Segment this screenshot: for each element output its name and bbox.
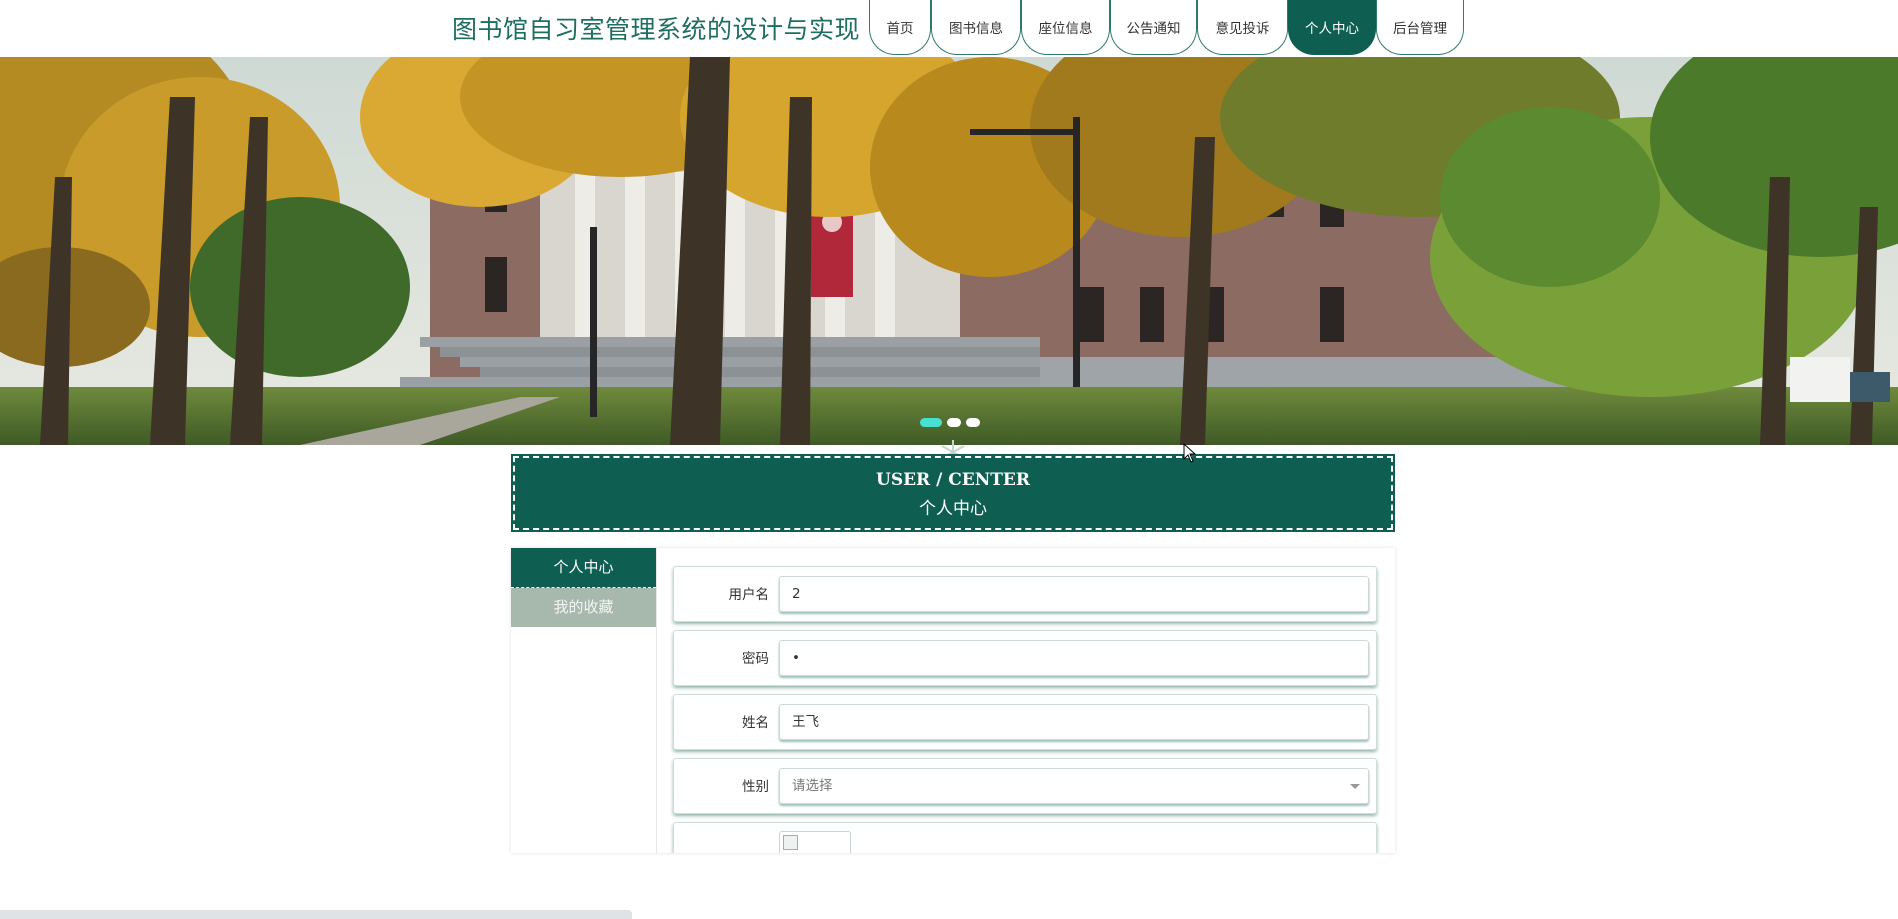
nav-announcements[interactable]: 公告通知	[1110, 0, 1197, 55]
chevron-down-icon	[1350, 784, 1360, 789]
nav-admin[interactable]: 后台管理	[1376, 0, 1464, 55]
campus-photo	[0, 57, 1898, 445]
sidebar-item-favorites[interactable]: 我的收藏	[511, 588, 656, 627]
browser-status-bar	[0, 910, 632, 919]
password-field[interactable]: •	[779, 640, 1369, 676]
password-label: 密码	[742, 651, 769, 667]
gender-select-value: 请选择	[792, 778, 833, 794]
nav-book-info[interactable]: 图书信息	[931, 0, 1021, 55]
form-row-name: 姓名 王飞	[673, 694, 1377, 750]
username-label: 用户名	[728, 587, 770, 603]
carousel-dot-1[interactable]	[920, 418, 942, 427]
username-field[interactable]: 2	[779, 576, 1369, 612]
form-row-password: 密码 •	[673, 630, 1377, 686]
nav-seat-info[interactable]: 座位信息	[1021, 0, 1110, 55]
name-label: 姓名	[742, 715, 769, 731]
gender-label: 性别	[742, 779, 769, 795]
nav-home[interactable]: 首页	[869, 0, 931, 55]
user-center-panel: 个人中心 我的收藏 用户名 2 密码 • 姓名 王飞 性别 请选择	[511, 548, 1395, 853]
site-title: 图书馆自习室管理系统的设计与实现	[452, 15, 861, 44]
section-title-banner: USER / CENTER 个人中心	[511, 454, 1395, 532]
sidebar-menu: 个人中心 我的收藏	[511, 548, 657, 853]
top-header: 图书馆自习室管理系统的设计与实现 首页 图书信息 座位信息 公告通知 意见投诉 …	[0, 0, 1898, 57]
section-title-zh: 个人中心	[919, 499, 987, 519]
carousel-dot-3[interactable]	[966, 418, 980, 427]
form-row-avatar	[673, 822, 1377, 853]
mouse-cursor-icon	[1183, 443, 1197, 463]
avatar-image[interactable]	[779, 831, 851, 853]
form-row-gender: 性别 请选择	[673, 758, 1377, 814]
carousel-indicators	[920, 418, 980, 427]
nav-user-center[interactable]: 个人中心	[1288, 0, 1376, 55]
name-field[interactable]: 王飞	[779, 704, 1369, 740]
carousel-dot-2[interactable]	[947, 418, 961, 427]
avatar-label	[674, 823, 769, 853]
form-row-username: 用户名 2	[673, 566, 1377, 622]
section-title-en: USER / CENTER	[876, 470, 1030, 490]
sidebar-item-user-center[interactable]: 个人中心	[511, 548, 656, 588]
nav-complaints[interactable]: 意见投诉	[1197, 0, 1288, 55]
banner-carousel	[0, 57, 1898, 445]
profile-form: 用户名 2 密码 • 姓名 王飞 性别 请选择	[673, 566, 1377, 853]
gender-select[interactable]: 请选择	[779, 768, 1369, 804]
